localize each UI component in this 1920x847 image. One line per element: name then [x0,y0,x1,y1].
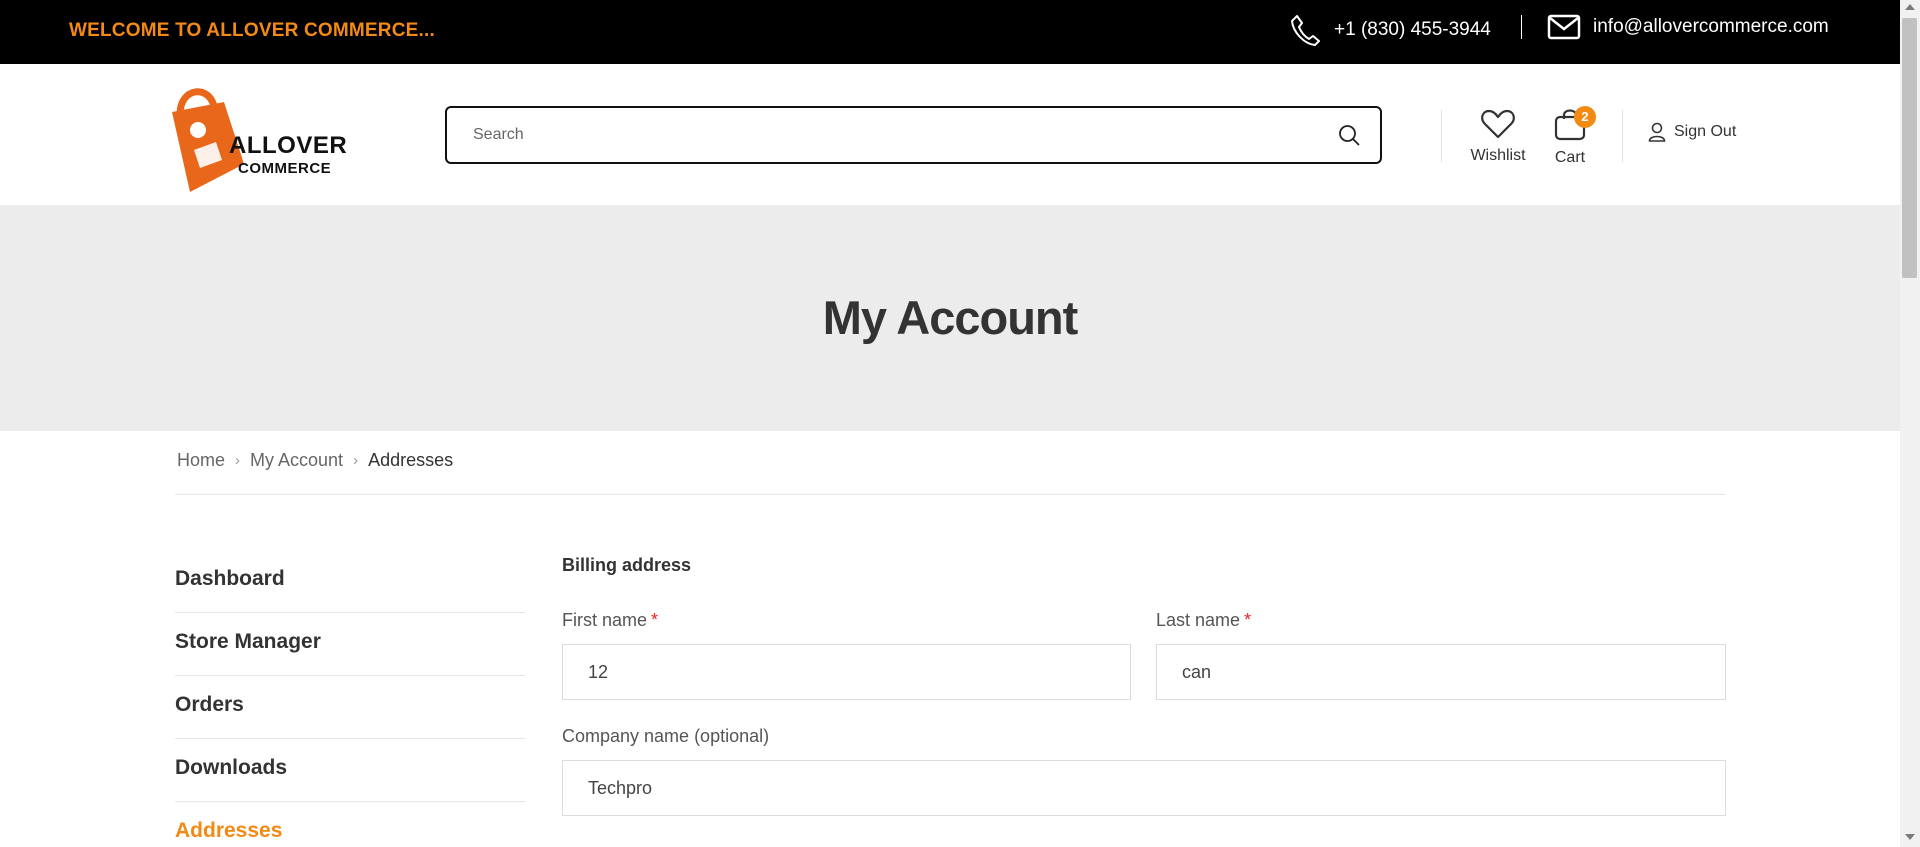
welcome-text: WELCOME TO ALLOVER COMMERCE... [69,20,435,41]
wishlist-label: Wishlist [1470,147,1526,164]
chevron-right-icon: › [353,452,359,469]
search-box [445,106,1382,164]
email-contact[interactable]: info@allovercommerce.com [1547,14,1829,40]
site-header: ALLOVER COMMERCE Wishlist 2 Cart Sign Ou… [0,64,1900,205]
logo-text-allover: ALLOVER [229,132,348,159]
last-name-label: Last name * [1156,610,1251,631]
search-icon[interactable] [1338,124,1360,146]
account-sidebar: Dashboard Store Manager Orders Downloads… [175,550,525,847]
phone-number[interactable]: +1 (830) 455-3944 [1334,19,1491,41]
scroll-up-arrow-icon[interactable] [1905,4,1915,10]
breadcrumb-home[interactable]: Home [177,450,225,471]
sidebar-item-store-manager[interactable]: Store Manager [175,613,525,676]
top-bar: WELCOME TO ALLOVER COMMERCE... +1 (830) … [0,0,1900,64]
last-name-field-box [1156,644,1726,700]
cart-count-badge: 2 [1574,106,1596,128]
billing-address-form: Billing address First name* Last name* C… [562,555,1726,816]
chevron-right-icon: › [235,452,241,469]
first-name-field-box [562,644,1131,700]
breadcrumb-addresses: Addresses [368,450,454,470]
sidebar-item-orders[interactable]: Orders [175,676,525,739]
page-banner: My Account [0,205,1900,431]
site-logo[interactable]: ALLOVER COMMERCE [164,72,348,198]
topbar-divider [1521,15,1522,39]
wishlist-button[interactable]: Wishlist [1470,108,1526,165]
email-address[interactable]: info@allovercommerce.com [1593,16,1829,38]
sign-out-link[interactable]: Sign Out [1648,122,1736,142]
sidebar-item-dashboard[interactable]: Dashboard [175,550,525,613]
user-icon [1648,122,1666,142]
first-name-input[interactable] [563,645,1130,699]
first-name-label-text: First name [562,610,648,630]
sign-out-label[interactable]: Sign Out [1674,123,1736,141]
breadcrumb-divider [175,494,1725,495]
phone-icon [1291,15,1320,46]
mail-icon [1547,14,1581,40]
cart-button[interactable]: 2 Cart [1548,106,1596,167]
phone-contact[interactable]: +1 (830) 455-3944 [1290,14,1491,46]
sidebar-item-addresses[interactable]: Addresses [175,802,525,847]
cart-label: Cart [1554,149,1586,166]
header-divider-2 [1622,110,1623,162]
header-divider [1441,110,1442,162]
breadcrumb: Home › My Account › Addresses [177,450,453,471]
page-title: My Account [822,291,1079,344]
company-name-field-box [562,760,1726,816]
last-name-input[interactable] [1157,645,1725,699]
sidebar-item-downloads[interactable]: Downloads [175,739,525,802]
required-marker: * [1244,610,1252,630]
search-input[interactable] [447,108,1327,162]
last-name-label-text: Last name [1156,610,1241,630]
scrollbar-thumb[interactable] [1902,18,1917,278]
first-name-label: First name * [562,610,658,631]
logo-text-commerce: COMMERCE [238,160,332,177]
company-name-input[interactable] [563,761,1725,815]
company-name-label: Company name (optional) [562,726,770,746]
form-heading: Billing address [562,555,692,575]
breadcrumb-my-account[interactable]: My Account [250,450,343,471]
scroll-down-arrow-icon[interactable] [1905,834,1915,840]
heart-icon [1481,109,1515,139]
required-marker: * [651,610,659,630]
